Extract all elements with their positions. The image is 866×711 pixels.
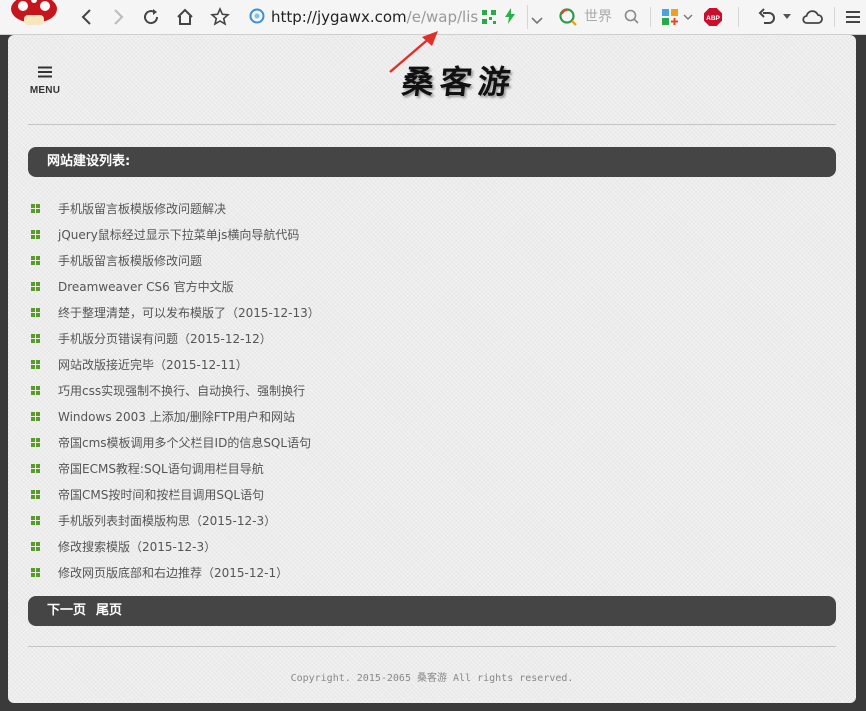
qr-code-icon[interactable] xyxy=(482,9,496,28)
list-item: 帝国ECMS教程:SQL语句调用栏目导航 xyxy=(28,455,836,481)
article-link[interactable]: 手机版分页错误有问题（2015-12-12） xyxy=(58,330,272,347)
bookmark-star-icon[interactable] xyxy=(208,0,232,34)
site-logo[interactable]: 桑客游 xyxy=(400,59,535,105)
bullet-icon xyxy=(31,255,40,265)
bullet-icon xyxy=(31,229,40,239)
article-link[interactable]: 修改网页版底部和右边推荐（2015-12-1） xyxy=(58,564,288,581)
search-input[interactable]: 世界 xyxy=(584,8,618,26)
bullet-icon xyxy=(31,567,40,577)
site-globe-icon xyxy=(249,8,265,28)
back-icon[interactable] xyxy=(76,0,96,34)
menu-button[interactable]: MENU xyxy=(28,63,62,96)
refresh-icon[interactable] xyxy=(140,0,162,34)
apps-grid-icon[interactable] xyxy=(660,0,680,34)
article-link[interactable]: jQuery鼠标经过显示下拉菜单js横向导航代码 xyxy=(58,226,299,243)
article-link[interactable]: 修改搜索模版（2015-12-3） xyxy=(58,538,216,555)
toolbar-divider xyxy=(650,7,651,27)
mushroom-icon[interactable] xyxy=(10,0,58,25)
hamburger-icon xyxy=(37,63,53,82)
menu-label: MENU xyxy=(29,85,61,96)
list-item: Dreamweaver CS6 官方中文版 xyxy=(28,273,836,299)
last-page-link[interactable]: 尾页 xyxy=(96,596,122,626)
bullet-icon xyxy=(31,541,40,551)
next-page-link[interactable]: 下一页 xyxy=(47,596,86,626)
list-item: 帝国cms模板调用多个父栏目ID的信息SQL语句 xyxy=(28,429,836,455)
address-divider xyxy=(527,5,528,29)
article-link[interactable]: Windows 2003 上添加/删除FTP用户和网站 xyxy=(58,408,295,425)
article-link[interactable]: 手机版列表封面模版构思（2015-12-3） xyxy=(58,512,276,529)
bullet-icon xyxy=(31,385,40,395)
adblock-label: ABP xyxy=(706,15,720,22)
bullet-icon xyxy=(31,489,40,499)
article-link[interactable]: 帝国ECMS教程:SQL语句调用栏目导航 xyxy=(58,460,264,477)
article-link[interactable]: 帝国cms模板调用多个父栏目ID的信息SQL语句 xyxy=(58,434,311,451)
home-icon[interactable] xyxy=(174,0,196,34)
adblock-icon[interactable]: ABP xyxy=(703,0,723,34)
browser-toolbar: http://jygawx.com/e/wap/lis 世界 ABP xyxy=(0,0,866,35)
bullet-icon xyxy=(31,411,40,421)
article-list: 手机版留言板模版修改问题解决 jQuery鼠标经过显示下拉菜单js横向导航代码 手机… xyxy=(28,195,836,585)
bullet-icon xyxy=(31,333,40,343)
lightning-icon[interactable] xyxy=(504,8,516,28)
list-title-bar: 网站建设列表: xyxy=(28,147,836,177)
list-item: 手机版分页错误有问题（2015-12-12） xyxy=(28,325,836,351)
url-text[interactable]: http://jygawx.com/e/wap/lis xyxy=(271,8,501,26)
list-title: 网站建设列表: xyxy=(47,154,131,169)
bullet-icon xyxy=(31,307,40,317)
toolbar-divider xyxy=(834,7,835,27)
list-item: 巧用css实现强制不换行、自动换行、强制换行 xyxy=(28,377,836,403)
chevron-down-icon[interactable] xyxy=(531,11,543,30)
bullet-icon xyxy=(31,359,40,369)
search-icon[interactable] xyxy=(624,9,640,29)
hamburger-menu-icon[interactable] xyxy=(844,0,862,34)
bullet-icon xyxy=(31,203,40,213)
list-item: 手机版留言板模版修改问题 xyxy=(28,247,836,273)
toolbar-divider xyxy=(738,7,739,27)
url-path: /e/wap/lis xyxy=(406,8,479,26)
list-item: 网站改版接近完毕（2015-12-11） xyxy=(28,351,836,377)
bullet-icon xyxy=(31,281,40,291)
chevron-down-icon[interactable] xyxy=(682,0,694,34)
article-link[interactable]: 帝国CMS按时间和按栏目调用SQL语句 xyxy=(58,486,264,503)
chevron-down-icon[interactable] xyxy=(782,0,792,34)
footer-divider xyxy=(28,646,836,647)
bullet-icon xyxy=(31,515,40,525)
header-divider xyxy=(28,124,836,125)
bullet-icon xyxy=(31,463,40,473)
article-link[interactable]: 网站改版接近完毕（2015-12-11） xyxy=(58,356,248,373)
url-host: http://jygawx.com xyxy=(271,8,407,26)
search-box[interactable]: 世界 xyxy=(556,5,646,29)
undo-icon[interactable] xyxy=(756,0,778,34)
article-link[interactable]: 巧用css实现强制不换行、自动换行、强制换行 xyxy=(58,382,305,399)
list-item: 修改搜索模版（2015-12-3） xyxy=(28,533,836,559)
list-item: Windows 2003 上添加/删除FTP用户和网站 xyxy=(28,403,836,429)
address-bar[interactable]: http://jygawx.com/e/wap/lis xyxy=(247,5,549,29)
search-engine-icon xyxy=(558,7,578,31)
list-item: jQuery鼠标经过显示下拉菜单js横向导航代码 xyxy=(28,221,836,247)
article-link[interactable]: 终于整理清楚，可以发布模版了（2015-12-13） xyxy=(58,304,320,321)
pagination-bar: 下一页 尾页 xyxy=(28,596,836,626)
page-content: MENU 桑客游 网站建设列表: 手机版留言板模版修改问题解决 jQuery鼠标经… xyxy=(8,35,856,703)
cloud-icon[interactable] xyxy=(800,0,824,34)
list-item: 帝国CMS按时间和按栏目调用SQL语句 xyxy=(28,481,836,507)
list-item: 修改网页版底部和右边推荐（2015-12-1） xyxy=(28,559,836,585)
list-item: 终于整理清楚，可以发布模版了（2015-12-13） xyxy=(28,299,836,325)
article-link[interactable]: Dreamweaver CS6 官方中文版 xyxy=(58,278,234,295)
copyright-text: Copyright. 2015-2065 桑客游 All rights rese… xyxy=(290,673,574,684)
list-item: 手机版列表封面模版构思（2015-12-3） xyxy=(28,507,836,533)
list-item: 手机版留言板模版修改问题解决 xyxy=(28,195,836,221)
article-link[interactable]: 手机版留言板模版修改问题 xyxy=(58,252,202,269)
forward-icon[interactable] xyxy=(109,0,129,34)
article-link[interactable]: 手机版留言板模版修改问题解决 xyxy=(58,200,226,217)
bullet-icon xyxy=(31,437,40,447)
